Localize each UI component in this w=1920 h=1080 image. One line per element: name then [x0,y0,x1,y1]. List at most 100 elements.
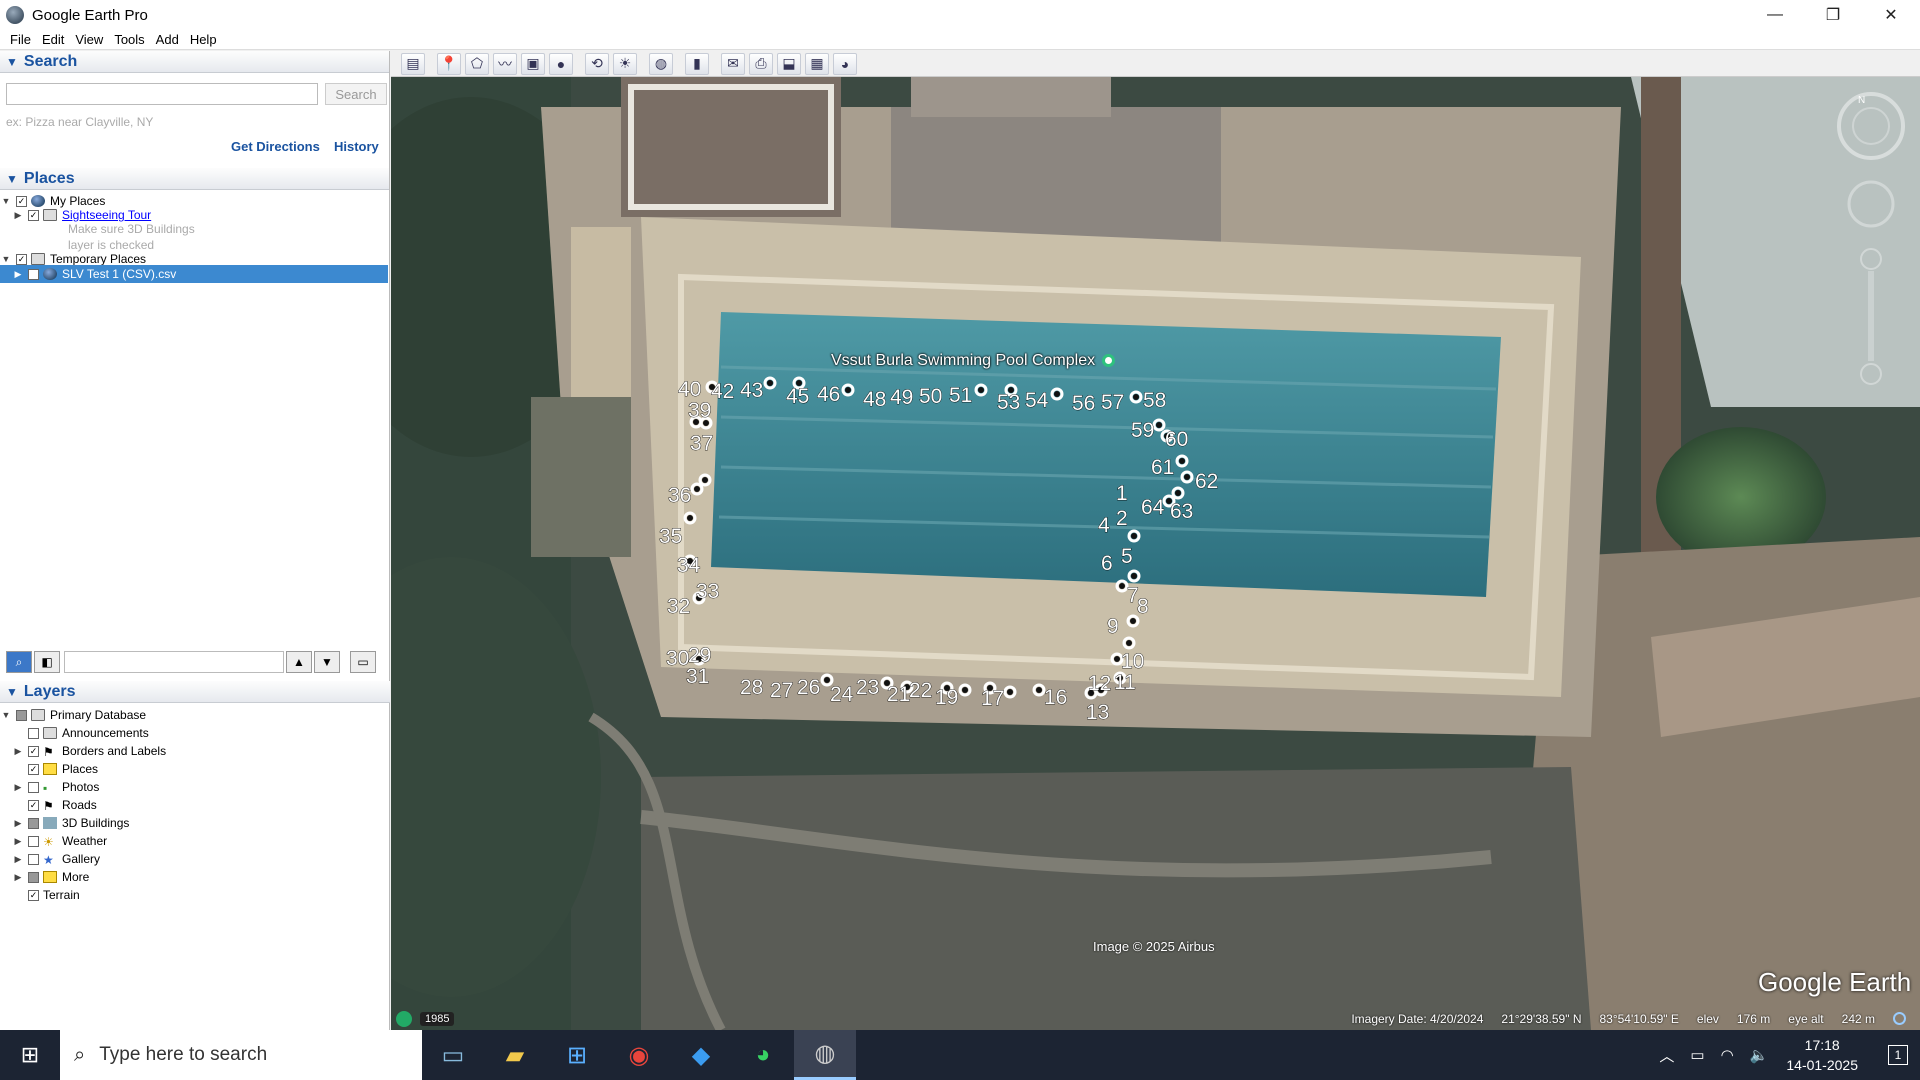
layer-primary-database[interactable]: ▼ Primary Database [0,706,147,724]
expand-arrow-icon[interactable]: ▼ [0,710,12,720]
point-label-62[interactable]: 62 [1195,470,1219,494]
vscode-icon[interactable]: ◆ [670,1030,732,1080]
checkbox[interactable] [28,781,39,793]
point-label-32[interactable]: 32 [667,595,691,619]
zoom-in-icon[interactable] [1860,248,1882,270]
maximize-button[interactable]: ❐ [1804,0,1862,30]
expand-arrow-icon[interactable]: ▶ [12,210,24,221]
sidebar-toggle-icon[interactable]: ▤ [401,52,425,75]
checkbox[interactable] [28,853,39,865]
menu-view[interactable]: View [75,32,103,47]
layer-announcements[interactable]: Announcements [24,724,149,742]
point-label-43[interactable]: 43 [740,379,764,403]
look-joystick[interactable] [1847,180,1895,228]
checkbox[interactable]: ✓ [28,209,39,221]
point-label-51[interactable]: 51 [949,384,973,408]
point-label-6[interactable]: 6 [1101,552,1113,576]
layer-weather[interactable]: ▶ ☀ Weather [12,832,108,850]
checkbox[interactable] [28,835,39,847]
zoom-out-icon[interactable] [1860,363,1882,385]
tour-icon[interactable]: ● [549,52,573,75]
checkbox[interactable] [28,727,39,739]
google-earth-taskbar-icon[interactable]: ◍ [794,1030,856,1080]
image-overlay-icon[interactable]: ▣ [521,52,545,75]
ruler-icon[interactable]: ▮ [685,52,709,75]
point-label-46[interactable]: 46 [817,383,841,407]
placemark-icon[interactable]: 📍 [437,52,461,75]
layer-gallery[interactable]: ▶ ★ Gallery [12,850,100,868]
point-label-45[interactable]: 45 [786,385,810,409]
whatsapp-icon[interactable]: ◕ [732,1030,794,1080]
point-label-48[interactable]: 48 [863,388,887,412]
clock[interactable]: 17:18 14-01-2025 [1786,1035,1858,1075]
layer-3d-buildings[interactable]: ▶ 3D Buildings [12,814,130,832]
tree-item-csv-layer[interactable]: ▶ ✓ SLV Test 1 (CSV).csv [0,265,388,283]
history-link[interactable]: History [334,139,379,154]
checkbox[interactable]: ✓ [28,763,39,775]
historical-imagery-icon[interactable] [396,1010,412,1027]
point-label-42[interactable]: 42 [711,380,735,404]
microsoft-store-icon[interactable]: ⊞ [546,1030,608,1080]
new-folder-icon[interactable]: ▭ [350,651,376,673]
point-label-27[interactable]: 27 [770,679,794,703]
chevron-up-icon[interactable]: ︿ [1659,1045,1674,1066]
earth-icon[interactable]: ◕ [833,52,857,75]
point-label-37[interactable]: 37 [690,432,714,456]
menu-add[interactable]: Add [156,32,179,47]
email-icon[interactable]: ✉ [721,52,745,75]
expand-arrow-icon[interactable]: ▶ [12,746,24,757]
move-up-icon[interactable]: ▲ [286,651,312,673]
point-label-13[interactable]: 13 [1086,701,1110,725]
print-icon[interactable]: ⎙ [749,52,773,75]
historical-year-badge[interactable]: 1985 [420,1011,455,1026]
file-explorer-icon[interactable]: ▰ [484,1030,546,1080]
point-label-10[interactable]: 10 [1121,650,1145,674]
point-label-31[interactable]: 31 [686,665,710,689]
taskbar-search[interactable]: ⌕ Type here to search [60,1030,422,1080]
windows-start-icon[interactable]: ⊞ [0,1030,60,1080]
place-pin-icon[interactable] [1101,354,1115,368]
point-label-64[interactable]: 64 [1141,496,1165,520]
layer-more[interactable]: ▶ More [12,868,90,886]
minimize-button[interactable]: — [1746,0,1804,30]
point-label-17[interactable]: 17 [981,687,1005,711]
point-label-40[interactable]: 40 [678,378,702,402]
places-section-header[interactable]: ▼ Places [0,168,389,190]
point-label-11[interactable]: 11 [1114,671,1137,695]
point-label-1[interactable]: 1 [1116,482,1128,506]
menu-help[interactable]: Help [190,32,217,47]
point-label-61[interactable]: 61 [1151,456,1175,480]
search-input[interactable] [6,83,318,105]
menu-file[interactable]: File [10,32,31,47]
point-label-24[interactable]: 24 [830,683,854,707]
point-label-49[interactable]: 49 [890,386,914,410]
point-label-26[interactable]: 26 [797,676,821,700]
point-label-59[interactable]: 59 [1131,419,1155,443]
checkbox[interactable] [28,817,39,829]
point-label-63[interactable]: 63 [1170,500,1194,524]
place-label-pool[interactable]: Vssut Burla Swimming Pool Complex [831,352,1115,370]
battery-icon[interactable]: ▭ [1690,1046,1704,1064]
point-label-57[interactable]: 57 [1101,391,1125,415]
checkbox[interactable]: ✓ [28,745,39,757]
point-label-4[interactable]: 4 [1098,514,1111,538]
wifi-icon[interactable]: ◠ [1721,1046,1734,1064]
get-directions-link[interactable]: Get Directions [231,139,320,154]
task-view-icon[interactable]: ▭ [422,1030,484,1080]
layer-places[interactable]: ✓ Places [24,760,98,778]
places-filter-input[interactable] [64,651,284,673]
point-label-28[interactable]: 28 [740,676,764,700]
polygon-icon[interactable]: ⬠ [465,52,489,75]
point-label-39[interactable]: 39 [688,399,712,423]
layer-terrain[interactable]: ✓ Terrain [24,886,80,904]
point-label-29[interactable]: 29 [688,644,712,668]
point-label-12[interactable]: 12 [1088,672,1112,696]
planets-icon[interactable]: ◍ [649,52,673,75]
point-label-2[interactable]: 2 [1116,507,1128,531]
checkbox[interactable]: ✓ [16,195,27,207]
point-label-8[interactable]: 8 [1137,595,1149,619]
layer-roads[interactable]: ✓ ⚑ Roads [24,796,97,814]
expand-arrow-icon[interactable]: ▼ [0,196,12,206]
menu-tools[interactable]: Tools [114,32,144,47]
compass-ring[interactable] [1837,92,1905,160]
